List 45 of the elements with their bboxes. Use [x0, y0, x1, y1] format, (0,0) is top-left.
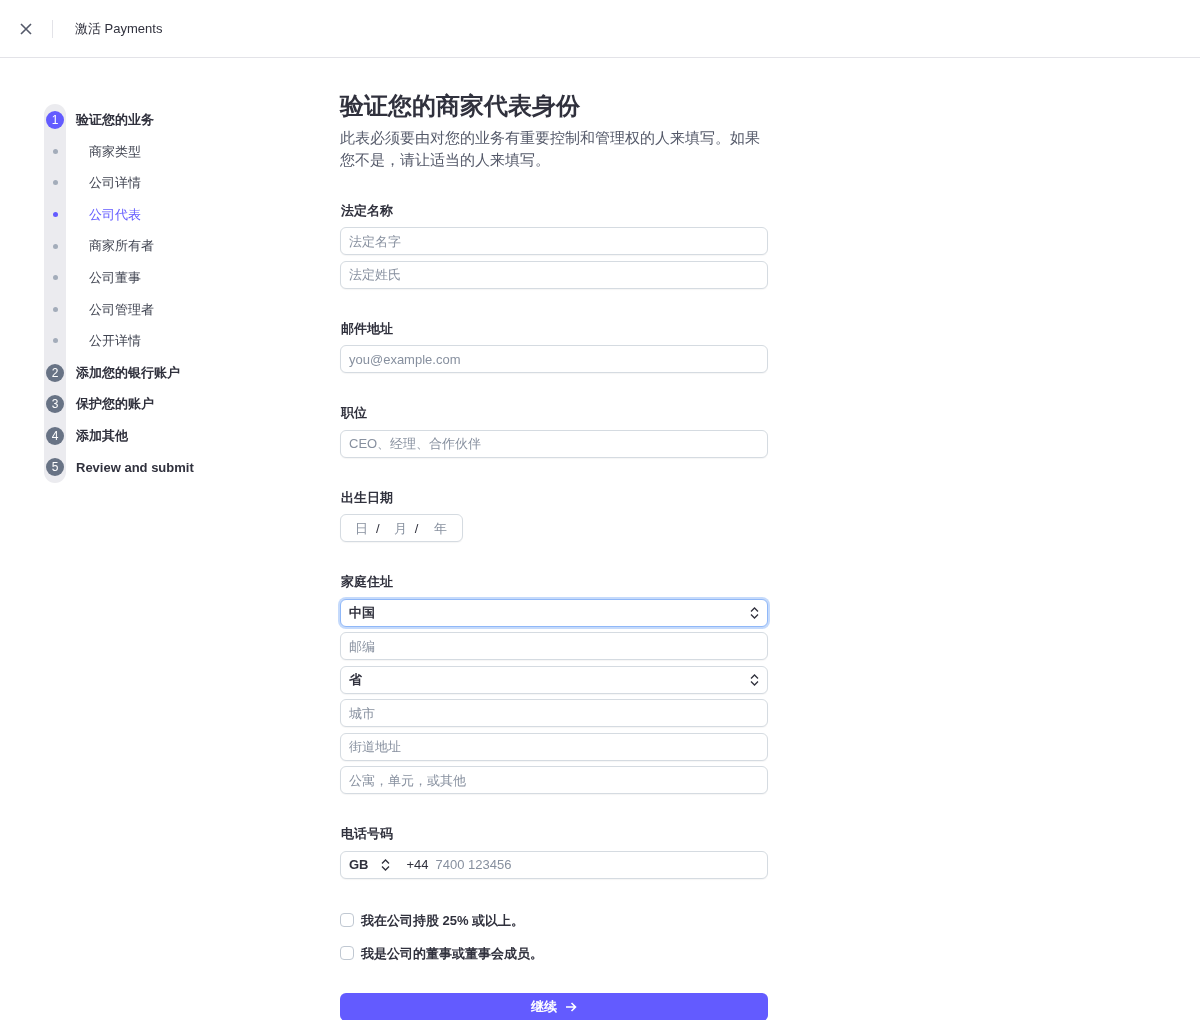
form-title: 验证您的商家代表身份 — [340, 92, 581, 121]
input-field[interactable]: 街道地址 — [340, 732, 768, 761]
substep-link[interactable]: 公司详情 — [88, 173, 141, 193]
select-field[interactable]: 省 — [340, 665, 768, 694]
close-icon[interactable] — [20, 22, 32, 35]
checkbox[interactable] — [340, 946, 354, 961]
continue-button[interactable]: 继续 — [340, 992, 768, 1020]
input-field[interactable]: 法定名字 — [340, 227, 768, 256]
phone-field[interactable]: GB +44 7400 123456 — [340, 850, 768, 879]
step-link[interactable]: 验证您的业务 — [76, 110, 154, 130]
country-select[interactable]: GB — [349, 855, 390, 875]
field-label: 家庭住址 — [341, 573, 394, 592]
substep-link[interactable]: 公司管理者 — [88, 299, 154, 320]
input-field[interactable]: 法定姓氏 — [340, 260, 768, 289]
checkbox-label: 我是公司的董事或董事会成员。 — [361, 944, 543, 963]
field-label: 邮件地址 — [341, 319, 394, 338]
field-label: 法定名称 — [341, 201, 394, 220]
chevron-up-down-icon — [750, 673, 759, 686]
field-label: 出生日期 — [341, 488, 394, 507]
page-title: 激活 Payments — [75, 19, 163, 38]
step-link[interactable]: 添加您的银行账户 — [76, 362, 180, 383]
checkbox[interactable] — [340, 913, 354, 928]
input-field[interactable]: 邮编 — [340, 632, 768, 661]
chevron-up-down-icon — [750, 606, 759, 619]
field-label: 电话号码 — [341, 825, 394, 844]
substep-link[interactable]: 商家所有者 — [88, 236, 154, 256]
select-field[interactable]: 中国 — [340, 598, 768, 627]
substep-link[interactable]: 商家类型 — [88, 141, 141, 162]
input-field[interactable]: you@example.com — [340, 345, 768, 374]
date-field[interactable]: 日 / 月 / 年 — [340, 514, 463, 543]
field-label: 职位 — [341, 404, 368, 423]
substep-link[interactable]: 公开详情 — [88, 331, 141, 351]
arrow-right-icon — [565, 1000, 577, 1013]
step-link[interactable]: 添加其他 — [76, 426, 128, 446]
input-field[interactable]: 公寓，单元，或其他 — [340, 766, 768, 795]
input-field[interactable]: CEO、经理、合作伙伴 — [340, 429, 768, 458]
checkbox-label: 我在公司持股 25% 或以上。 — [361, 911, 525, 930]
step-link[interactable]: Review and submit — [76, 457, 194, 478]
substep-link[interactable]: 公司董事 — [88, 268, 141, 288]
form-description: 此表必须要由对您的业务有重要控制和管理权的人来填写。如果您不是，请让适当的人来填写。 — [340, 128, 761, 170]
input-field[interactable]: 城市 — [340, 699, 768, 728]
step-link[interactable]: 保护您的账户 — [76, 394, 154, 414]
phone-prefix: +44 — [406, 856, 429, 875]
chevron-up-down-icon — [380, 858, 390, 871]
substep-link[interactable]: 公司代表 — [88, 204, 141, 225]
